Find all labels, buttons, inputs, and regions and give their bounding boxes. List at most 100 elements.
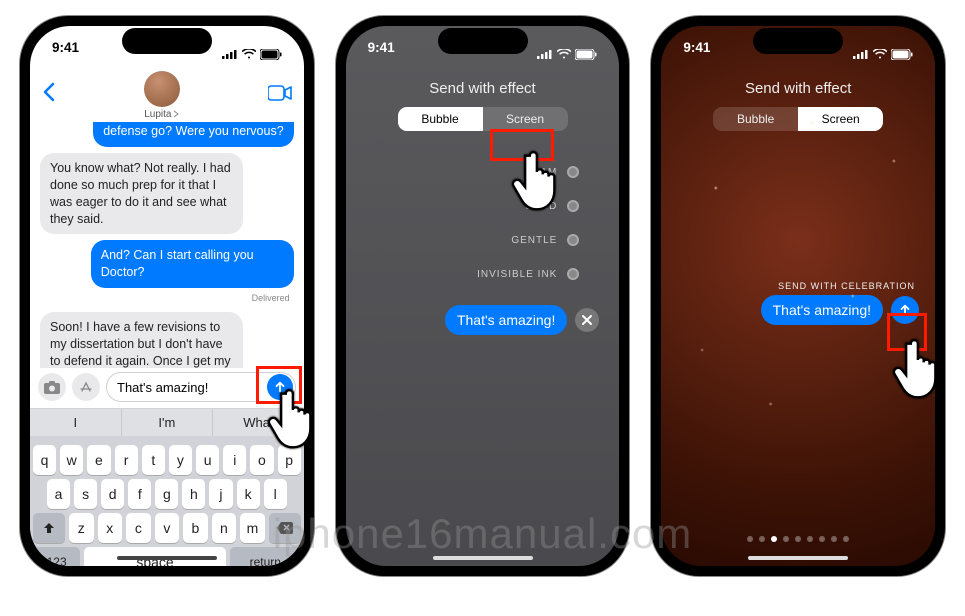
predictive-option[interactable]: I'm [121,409,213,436]
battery-icon [891,49,913,60]
nav-bar: Lupita [30,68,304,122]
message-input[interactable]: That's amazing! [106,372,296,402]
composer-bar: That's amazing! [30,368,304,408]
key-h[interactable]: h [182,479,205,509]
battery-icon [260,49,282,60]
phone-effects-bubble: 9:41 Send with effect Bubble Screen SLAM… [336,16,630,576]
home-indicator[interactable] [433,556,533,560]
key-r[interactable]: r [115,445,138,475]
page-dot[interactable] [807,536,813,542]
tab-bubble[interactable]: Bubble [713,107,798,131]
wifi-icon [557,49,571,59]
key-j[interactable]: j [209,479,232,509]
predictive-option[interactable]: What [212,409,304,436]
tab-bubble[interactable]: Bubble [398,107,483,131]
predictive-bar: I I'm What [30,408,304,437]
key-w[interactable]: w [60,445,83,475]
tab-screen[interactable]: Screen [483,107,568,131]
effect-option-gentle[interactable]: GENTLE [346,223,580,257]
home-indicator[interactable] [117,556,217,560]
message-out[interactable]: defense go? Were you nervous? [93,122,293,147]
page-dot[interactable] [831,536,837,542]
page-dot[interactable] [843,536,849,542]
dynamic-island [122,28,212,54]
status-time: 9:41 [683,40,710,68]
message-in[interactable]: You know what? Not really. I had done so… [40,153,243,235]
effect-preview-row: That's amazing! [346,305,620,335]
key-m[interactable]: m [240,513,265,543]
delivered-label: Delivered [252,292,290,304]
page-dot[interactable] [795,536,801,542]
phone-messages: 9:41 Lupita defe [20,16,314,576]
tab-screen[interactable]: Screen [798,107,883,131]
key-y[interactable]: y [169,445,192,475]
message-out[interactable]: And? Can I start calling you Doctor? [91,240,294,288]
key-a[interactable]: a [47,479,70,509]
key-g[interactable]: g [155,479,178,509]
key-k[interactable]: k [237,479,260,509]
status-time: 9:41 [52,40,79,68]
key-n[interactable]: n [212,513,237,543]
send-button[interactable] [267,374,293,400]
return-key[interactable]: return [230,547,301,566]
shift-key[interactable] [33,513,65,543]
effect-title: Send with effect [346,80,620,97]
key-s[interactable]: s [74,479,97,509]
chevron-right-icon [173,110,179,118]
page-indicator[interactable] [661,536,935,542]
preview-bubble: That's amazing! [445,305,567,335]
key-o[interactable]: o [250,445,273,475]
radio-dot [567,268,579,280]
page-dot[interactable] [771,536,777,542]
key-d[interactable]: d [101,479,124,509]
appstore-button[interactable] [72,373,100,401]
key-b[interactable]: b [183,513,208,543]
effect-option-invisible[interactable]: INVISIBLE INK [346,257,580,291]
signal-icon [853,49,869,59]
predictive-option[interactable]: I [30,409,121,436]
page-dot[interactable] [819,536,825,542]
key-x[interactable]: x [98,513,123,543]
delete-key[interactable] [269,513,301,543]
message-thread[interactable]: defense go? Were you nervous? You know w… [30,122,304,368]
avatar [144,71,180,107]
effect-option-loud[interactable]: LOUD [346,189,580,223]
key-t[interactable]: t [142,445,165,475]
back-button[interactable] [42,82,56,108]
key-v[interactable]: v [155,513,180,543]
effect-tabs: Bubble Screen [713,107,883,131]
key-l[interactable]: l [264,479,287,509]
numbers-key[interactable]: 123 [33,547,80,566]
page-dot[interactable] [783,536,789,542]
home-indicator[interactable] [748,556,848,560]
radio-dot [567,166,579,178]
key-f[interactable]: f [128,479,151,509]
key-u[interactable]: u [196,445,219,475]
key-c[interactable]: c [126,513,151,543]
message-in[interactable]: Soon! I have a few revisions to my disse… [40,312,243,368]
battery-icon [575,49,597,60]
contact-header[interactable]: Lupita [144,71,180,120]
page-dot[interactable] [759,536,765,542]
signal-icon [537,49,553,59]
signal-icon [222,49,238,59]
effect-tabs: Bubble Screen [398,107,568,131]
key-p[interactable]: p [278,445,301,475]
key-z[interactable]: z [69,513,94,543]
page-dot[interactable] [747,536,753,542]
key-i[interactable]: i [223,445,246,475]
effect-title: Send with effect [661,80,935,97]
effect-name-label: SEND WITH CELEBRATION [661,281,935,291]
radio-dot [567,200,579,212]
status-time: 9:41 [368,40,395,68]
cancel-button[interactable] [575,308,599,332]
key-e[interactable]: e [87,445,110,475]
keyboard: qwertyuiop asdfghjkl zxcvbnm 123 space r… [30,437,304,566]
facetime-button[interactable] [268,85,292,106]
preview-bubble: That's amazing! [761,295,883,325]
dynamic-island [753,28,843,54]
key-q[interactable]: q [33,445,56,475]
send-with-effect-button[interactable] [891,296,919,324]
camera-button[interactable] [38,373,66,401]
effect-option-slam[interactable]: SLAM [346,155,580,189]
